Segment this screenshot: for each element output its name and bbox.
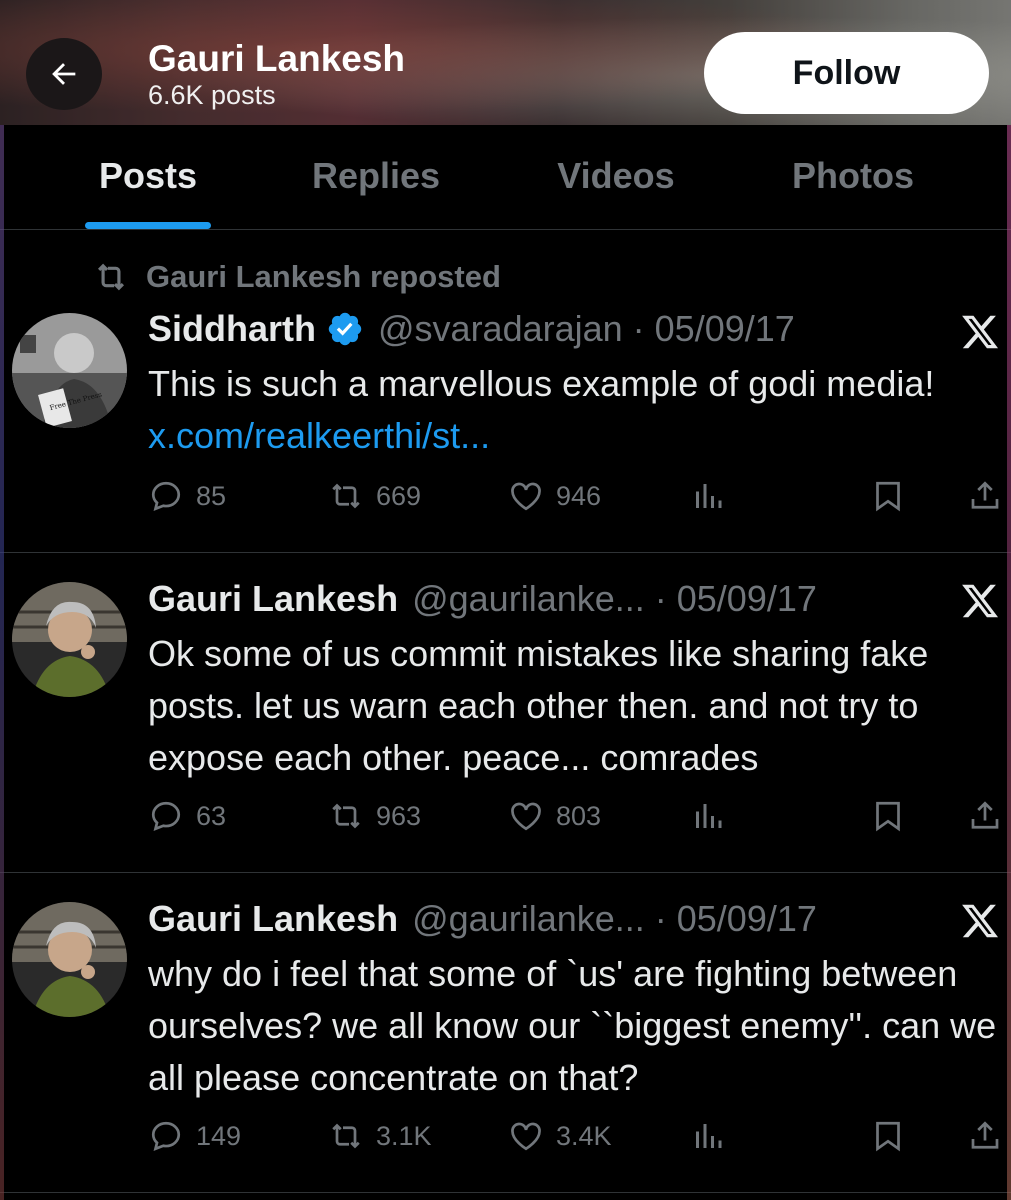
reply-count: 149: [196, 1120, 242, 1151]
post-divider: [0, 552, 1011, 553]
share-icon: [971, 801, 999, 829]
post-count: 6.6K posts: [148, 80, 276, 110]
reply-button[interactable]: 63: [148, 798, 226, 834]
repost-icon: [332, 483, 360, 509]
repost-button[interactable]: 3.1K: [328, 1118, 432, 1154]
post-actions: 85 669 946: [0, 478, 1011, 528]
tab-photos[interactable]: Photos: [792, 155, 914, 197]
like-count: 946: [556, 480, 602, 511]
profile-header: Gauri Lankesh 6.6K posts Follow: [0, 0, 1011, 125]
post-text-body: This is such a marvellous example of god…: [148, 363, 935, 404]
post-text: This is such a marvellous example of god…: [148, 358, 1008, 462]
bookmark-icon: [876, 801, 900, 832]
post-actions: 63 963 803: [0, 798, 1011, 848]
like-count: 3.4K: [556, 1120, 612, 1151]
repost-count: 669: [376, 480, 422, 511]
share-icon: [971, 481, 999, 509]
profile-tabs: Posts Replies Videos Photos: [0, 125, 1011, 230]
bookmark-button[interactable]: [870, 798, 906, 834]
reply-count: 85: [196, 480, 227, 511]
repost-icon: [332, 803, 360, 829]
views-button[interactable]: [690, 798, 726, 834]
avatar-gauri-image: [12, 582, 127, 697]
views-button[interactable]: [690, 478, 726, 514]
tab-replies[interactable]: Replies: [312, 155, 440, 197]
verified-badge-icon: [328, 312, 362, 346]
x-logo-icon: [962, 584, 999, 618]
post-text: Ok some of us commit mistakes like shari…: [148, 633, 929, 778]
like-button[interactable]: 803: [508, 798, 601, 834]
post-text: why do i feel that some of `us' are figh…: [148, 953, 997, 1098]
tab-videos[interactable]: Videos: [557, 155, 674, 197]
repost-count: 963: [376, 800, 422, 831]
bookmark-button[interactable]: [870, 478, 906, 514]
bookmark-icon: [876, 481, 900, 512]
repost-button[interactable]: 669: [328, 478, 421, 514]
avatar[interactable]: [12, 582, 127, 697]
back-button[interactable]: [26, 38, 102, 110]
share-button[interactable]: [967, 1118, 1003, 1154]
avatar[interactable]: Free The Press: [12, 313, 127, 428]
bookmark-icon: [876, 1121, 900, 1152]
tab-posts[interactable]: Posts: [99, 155, 197, 197]
like-button[interactable]: 3.4K: [508, 1118, 612, 1154]
post-handle[interactable]: @svaradarajan · 05/09/17: [378, 308, 795, 350]
reply-count: 63: [196, 800, 227, 831]
post-header: Gauri Lankesh @gaurilanke... · 05/09/17: [148, 898, 817, 940]
active-tab-indicator: [85, 222, 211, 229]
repost-icon: [332, 1123, 360, 1149]
repost-button[interactable]: 963: [328, 798, 421, 834]
follow-button[interactable]: Follow: [704, 32, 989, 114]
edge-glow-right: [1007, 125, 1011, 1200]
x-logo-icon: [962, 904, 999, 938]
share-button[interactable]: [967, 478, 1003, 514]
post-link[interactable]: x.com/realkeerthi/st...: [148, 415, 490, 456]
reply-icon: [151, 801, 181, 831]
heart-icon: [511, 802, 541, 831]
reply-icon: [151, 481, 181, 511]
heart-icon: [511, 482, 541, 511]
repost-context-label: Gauri Lankesh reposted: [146, 259, 501, 294]
share-icon: [971, 1121, 999, 1149]
heart-icon: [511, 1122, 541, 1151]
post-divider: [0, 872, 1011, 873]
reply-button[interactable]: 149: [148, 1118, 241, 1154]
analytics-icon: [696, 804, 722, 828]
repost-count: 3.1K: [376, 1120, 432, 1151]
x-logo-icon: [962, 315, 999, 349]
reply-icon: [151, 1121, 181, 1151]
repost-context[interactable]: Gauri Lankesh reposted: [92, 258, 501, 296]
share-button[interactable]: [967, 798, 1003, 834]
post-actions: 149 3.1K 3.4K: [0, 1118, 1011, 1168]
post-handle[interactable]: @gaurilanke... · 05/09/17: [412, 898, 817, 940]
reply-button[interactable]: 85: [148, 478, 226, 514]
avatar-gauri-image: [12, 902, 127, 1017]
post-author[interactable]: Gauri Lankesh: [148, 898, 398, 940]
post-divider: [0, 1192, 1011, 1193]
post-author[interactable]: Siddharth: [148, 308, 316, 350]
analytics-icon: [696, 1124, 722, 1148]
arrow-left-icon: [52, 63, 76, 85]
like-button[interactable]: 946: [508, 478, 601, 514]
views-button[interactable]: [690, 1118, 726, 1154]
profile-name: Gauri Lankesh: [148, 38, 406, 79]
post-author[interactable]: Gauri Lankesh: [148, 578, 398, 620]
avatar[interactable]: [12, 902, 127, 1017]
repost-icon: [98, 263, 124, 291]
analytics-icon: [696, 484, 722, 508]
post-header: Gauri Lankesh @gaurilanke... · 05/09/17: [148, 578, 817, 620]
edge-glow-left: [0, 125, 4, 1200]
post-header: Siddharth @svaradarajan · 05/09/17: [148, 308, 795, 350]
avatar-siddharth-image: Free The Press: [12, 313, 127, 428]
like-count: 803: [556, 800, 602, 831]
bookmark-button[interactable]: [870, 1118, 906, 1154]
post-handle[interactable]: @gaurilanke... · 05/09/17: [412, 578, 817, 620]
